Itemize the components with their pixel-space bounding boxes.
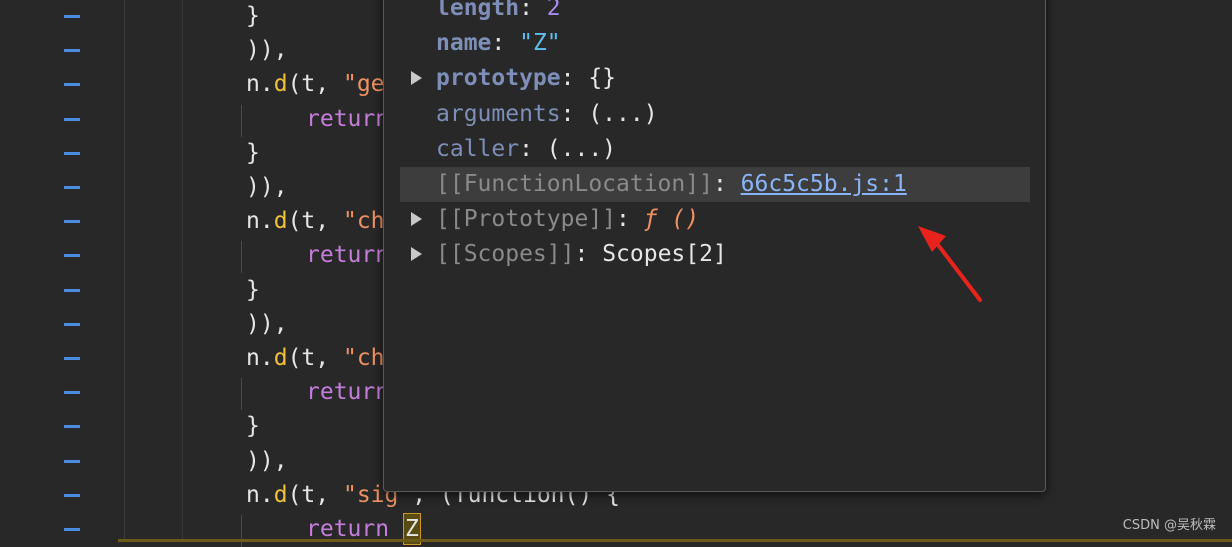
annotation-arrow-icon — [918, 226, 982, 302]
watermark: CSDN @吴秋霖 — [1122, 518, 1216, 533]
